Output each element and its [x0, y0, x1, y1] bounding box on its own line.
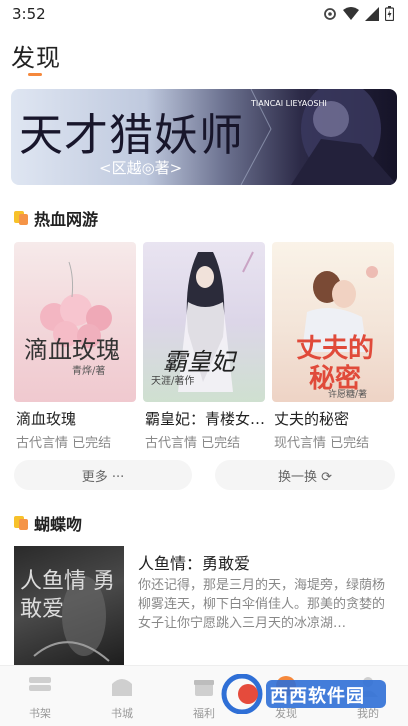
nav-store[interactable]: 书城: [92, 674, 152, 721]
signal-icon: [365, 6, 379, 21]
nav-label: 书城: [111, 707, 133, 720]
book-cover[interactable]: 人鱼情 勇敢爱: [14, 546, 124, 670]
book-category: 古代言情: [16, 436, 69, 451]
cover-title: 人鱼情 勇敢爱: [20, 569, 115, 622]
wifi-icon: [343, 6, 359, 20]
more-button[interactable]: 更多 ···: [14, 460, 192, 490]
book-cover[interactable]: 丈夫的秘密 许愿糖/著: [272, 242, 394, 402]
status-bar: 3:52: [0, 0, 408, 28]
cover-title: 丈夫的秘密: [295, 334, 374, 394]
gift-icon: [194, 680, 214, 696]
cover-title: 滴血玫瑰: [24, 336, 120, 364]
status-time: 3:52: [12, 5, 46, 23]
store-icon: [112, 679, 132, 696]
cover-author: 天涯/著作: [151, 376, 195, 387]
book-description: 你还记得，那是三月的天，海堤旁，绿荫杨柳雾连天，柳下白伞俏佳人。那美的贪婪的女子…: [138, 578, 386, 631]
section-title: 热血网游: [34, 210, 99, 229]
book-card[interactable]: 人鱼情：勇敢爱 霸皇妃 天涯/著作 霸皇妃：青楼女… 古代言情 已完结: [143, 242, 265, 451]
book-title[interactable]: 滴血玫瑰: [16, 408, 140, 429]
cover-author: 许愿糖/著: [328, 390, 368, 400]
watermark: 西西软件园: [218, 674, 388, 714]
book-meta: 古代言情 已完结: [145, 432, 240, 451]
book-category: 现代言情: [274, 436, 327, 451]
section-icon: [14, 211, 28, 225]
book-card[interactable]: 丈夫的秘密 许愿糖/著 丈夫的秘密 现代言情 已完结: [272, 242, 394, 451]
page-title: 发现: [11, 44, 61, 72]
banner-author: <区越◎著>: [99, 159, 183, 177]
book-category: 古代言情: [145, 436, 198, 451]
refresh-button[interactable]: 换一换 ⟳: [215, 460, 395, 490]
banner-subtitle: TIANCAI LIEYAOSHI: [251, 99, 327, 108]
book-status: 已完结: [330, 436, 370, 451]
book-title[interactable]: 人鱼情：勇敢爱: [138, 550, 250, 574]
battery-icon: [385, 6, 394, 21]
book-status: 已完结: [201, 436, 241, 451]
nav-bookshelf[interactable]: 书架: [10, 674, 70, 721]
banner-title: 天才猎妖师: [19, 110, 244, 161]
book-status: 已完结: [72, 436, 112, 451]
settings-notification-icon: [324, 7, 336, 20]
book-meta: 现代言情 已完结: [274, 432, 369, 451]
rose-art: [40, 261, 112, 348]
section-header-hot-games: 热血网游: [14, 207, 98, 229]
nav-label: 书架: [29, 707, 51, 720]
book-title[interactable]: 霸皇妃：青楼女…: [145, 408, 269, 429]
book-cover[interactable]: 人鱼情：勇敢爱 霸皇妃 天涯/著作: [143, 242, 265, 402]
title-underline: [28, 73, 42, 76]
book-meta: 古代言情 已完结: [16, 432, 111, 451]
watermark-text: 西西软件园: [270, 686, 365, 707]
section-icon: [14, 516, 28, 530]
bookshelf-icon: [29, 677, 51, 691]
book-title[interactable]: 丈夫的秘密: [274, 408, 398, 429]
status-icons: [323, 6, 394, 21]
section-title: 蝴蝶吻: [34, 515, 83, 534]
book-cover[interactable]: 滴血玫瑰 青烨/著: [14, 242, 136, 402]
banner[interactable]: 天才猎妖师 <区越◎著> TIANCAI LIEYAOSHI: [11, 89, 397, 185]
cover-author: 青烨/著: [72, 366, 106, 377]
book-card[interactable]: 滴血玫瑰 青烨/著 滴血玫瑰 古代言情 已完结: [14, 242, 136, 451]
section-header-butterfly-kiss: 蝴蝶吻: [14, 512, 82, 534]
